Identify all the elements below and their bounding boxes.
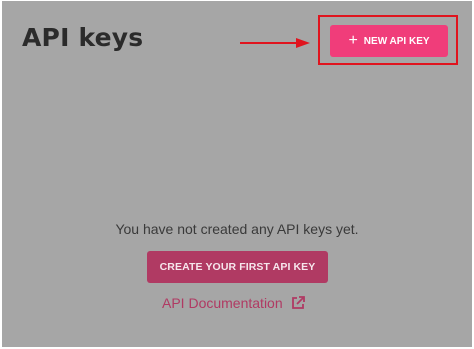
annotation-arrow-icon [240, 38, 310, 48]
page-title: API keys [22, 23, 144, 52]
create-first-api-key-button[interactable]: CREATE YOUR FIRST API KEY [147, 251, 328, 283]
api-keys-page: API keys + NEW API KEY You have not crea… [2, 1, 472, 347]
new-api-key-button[interactable]: + NEW API KEY [330, 25, 448, 57]
plus-icon: + [348, 31, 358, 49]
api-documentation-label: API Documentation [162, 295, 283, 311]
external-link-icon [291, 296, 305, 309]
empty-state-message: You have not created any API keys yet. [115, 221, 359, 237]
api-documentation-link[interactable]: API Documentation [162, 295, 305, 311]
new-api-key-label: NEW API KEY [363, 35, 430, 47]
